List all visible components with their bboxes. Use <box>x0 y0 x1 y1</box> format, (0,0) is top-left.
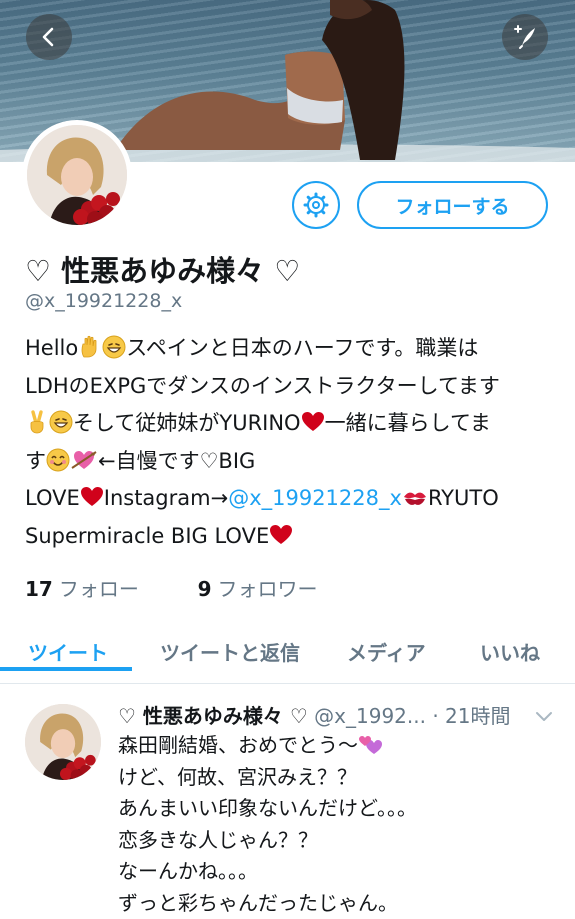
compose-button[interactable] <box>502 14 548 60</box>
profile-bio: Hello スペインと日本のハーフです。職業は LDHのEXPGでダンスのインスト… <box>25 330 560 555</box>
kiss-mark-icon <box>402 487 428 509</box>
profile-handle: @x_19921228_x <box>25 290 182 312</box>
chevron-down-icon[interactable] <box>534 706 554 726</box>
bio-text: 一緒に暮らしてま <box>325 411 491 435</box>
following-count: 17 <box>25 577 53 601</box>
avatar-photo <box>27 125 127 225</box>
avatar-photo <box>25 704 101 780</box>
red-heart-icon <box>269 523 293 547</box>
back-button[interactable] <box>26 14 72 60</box>
compose-feather-icon <box>512 24 538 50</box>
bio-text: スペインと日本のハーフです。職業は <box>126 336 478 360</box>
following-label: フォロー <box>59 577 139 601</box>
active-tab-indicator <box>0 667 132 671</box>
bio-text: ←自慢です♡BIG <box>98 449 255 473</box>
profile-avatar[interactable] <box>22 120 132 230</box>
bio-text: す <box>25 449 46 473</box>
tweet-author-name[interactable]: ♡ 性悪あゆみ様々 ♡ <box>118 704 308 728</box>
tweet-text: 森田剛結婚、おめでとう〜 けど、何故、宮沢みえ？？ あんまいい印象ないんだけど。… <box>118 730 417 919</box>
bio-text: LDHのEXPGでダンスのインストラクターしてます <box>25 368 560 406</box>
tweet-line: あんまいい印象ないんだけど。。。 <box>118 793 417 825</box>
followers-stat[interactable]: 9フォロワー <box>198 577 318 601</box>
followers-count: 9 <box>198 577 212 601</box>
following-stat[interactable]: 17フォロー <box>25 577 139 601</box>
raised-hand-icon <box>78 335 102 359</box>
followers-label: フォロワー <box>217 577 317 601</box>
bio-text: LOVE <box>25 486 80 510</box>
tweet-avatar[interactable] <box>25 704 101 780</box>
instagram-handle-link[interactable]: @x_19921228_x <box>228 486 402 510</box>
settings-button[interactable] <box>292 181 340 229</box>
follow-button[interactable]: フォローする <box>357 181 548 229</box>
tweet-line: けど、何故、宮沢みえ？？ <box>118 762 417 794</box>
grinning-face-icon <box>49 410 73 434</box>
gear-icon <box>303 192 329 218</box>
victory-hand-icon <box>25 410 49 434</box>
heart-with-arrow-icon <box>70 448 98 472</box>
bio-text: RYUTO <box>428 486 499 510</box>
tweet-timestamp[interactable]: · 21時間 <box>432 704 510 728</box>
red-heart-icon <box>80 485 104 509</box>
tweet-header: ♡ 性悪あゆみ様々 ♡ @x_1992... · 21時間 <box>118 700 511 729</box>
grinning-face-icon <box>102 335 126 359</box>
bio-text: Instagram→ <box>104 486 228 510</box>
red-heart-icon <box>301 410 325 434</box>
tab-tweets-and-replies[interactable]: ツイートと返信 <box>160 637 300 666</box>
tweet-line: 恋多きな人じゃん？？ <box>118 825 417 857</box>
tabs-divider <box>0 683 575 684</box>
tab-likes[interactable]: いいね <box>480 637 540 666</box>
bio-text: そして従姉妹がYURINO <box>73 411 301 435</box>
profile-name: ♡ 性悪あゆみ様々 ♡ <box>25 248 300 290</box>
tab-tweets[interactable]: ツイート <box>28 637 108 666</box>
tweet-line: ずっと彩ちゃんだったじゃん。 <box>118 888 417 919</box>
profile-stats: 17フォロー 9フォロワー <box>25 573 317 602</box>
smiling-face-icon <box>46 448 70 472</box>
bio-text: Supermiracle BIG LOVE <box>25 524 269 548</box>
tab-media[interactable]: メディア <box>347 637 426 666</box>
two-hearts-icon <box>358 734 384 756</box>
bio-text: Hello <box>25 336 78 360</box>
chevron-left-icon <box>38 26 60 48</box>
tweet-line: なーんかね。。。 <box>118 856 417 888</box>
tweet-line: 森田剛結婚、おめでとう〜 <box>118 733 358 757</box>
tweet-author-handle[interactable]: @x_1992... <box>314 704 426 728</box>
